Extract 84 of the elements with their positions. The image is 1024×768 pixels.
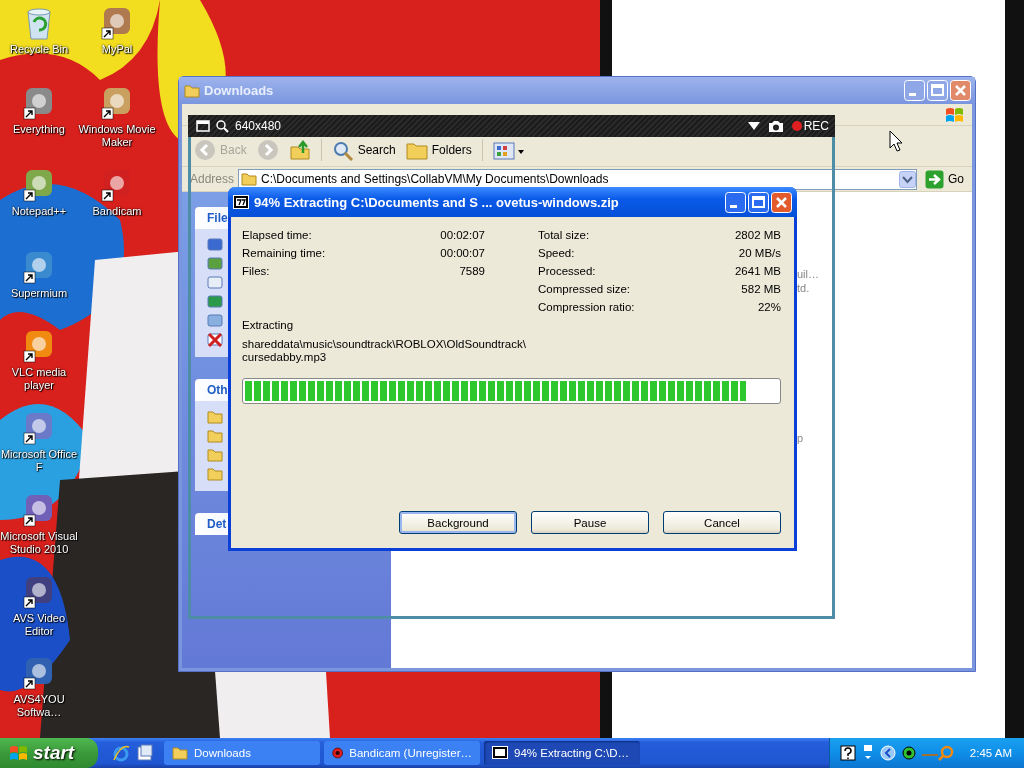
- stat-label: Processed:: [538, 264, 597, 278]
- task-icon[interactable]: [207, 332, 223, 347]
- stat-label: Files:: [242, 264, 271, 278]
- folder-icon: [184, 83, 200, 98]
- dropdown-arrow-icon[interactable]: [747, 122, 760, 130]
- status-label: Extracting: [242, 319, 295, 331]
- clock[interactable]: 2:45 AM: [969, 747, 1012, 759]
- close-button[interactable]: [950, 80, 971, 101]
- shortcut-icon[interactable]: [23, 86, 55, 120]
- app-icon: [233, 195, 249, 209]
- stat-value: 582 MB: [740, 282, 781, 296]
- taskbar-button[interactable]: Bandicam (Unregister…: [324, 741, 480, 765]
- icon-label[interactable]: Supermium: [10, 287, 68, 300]
- shortcut-icon[interactable]: [23, 168, 55, 202]
- icon-label[interactable]: Everything: [13, 123, 65, 136]
- camera-icon[interactable]: [767, 119, 784, 133]
- task-icon[interactable]: [207, 256, 223, 271]
- minimize-button[interactable]: [725, 191, 746, 213]
- stat-value: 7589: [458, 264, 485, 278]
- stat-value: 22%: [756, 300, 781, 314]
- shortcut-icon[interactable]: [23, 250, 55, 284]
- folder-icon: [172, 745, 188, 761]
- app-icon: [492, 745, 508, 761]
- search-icon[interactable]: [216, 119, 229, 133]
- toolbar-button[interactable]: Search: [331, 139, 396, 161]
- stat-value: 2641 MB: [734, 264, 781, 278]
- shortcut-icon[interactable]: [23, 656, 55, 690]
- taskbar-button[interactable]: 94% Extracting C:\D…: [484, 741, 640, 765]
- stat-value: 00:00:07: [440, 246, 485, 260]
- toolbar-button[interactable]: Folders: [405, 139, 472, 161]
- stat-value: 00:02:07: [440, 228, 485, 242]
- stat-label: Speed:: [538, 246, 576, 260]
- shortcut-icon[interactable]: [23, 411, 55, 445]
- windows-logo-icon: [944, 105, 964, 124]
- stat-value: 2802 MB: [734, 228, 781, 242]
- views-icon[interactable]: [492, 141, 525, 161]
- go-button[interactable]: Go: [921, 169, 968, 189]
- shortcut-icon[interactable]: [23, 575, 55, 609]
- file-info-text: uil…: [797, 268, 819, 280]
- stat-label: Remaining time:: [242, 246, 327, 260]
- up-folder-icon[interactable]: [288, 139, 311, 161]
- task-icon[interactable]: [207, 294, 223, 309]
- stat-label: Elapsed time:: [242, 228, 313, 242]
- task-icon[interactable]: [207, 237, 223, 252]
- stat-value: 20 MB/s: [737, 246, 781, 260]
- shortcut-icon[interactable]: [23, 329, 55, 363]
- tray-app-icon[interactable]: [901, 746, 916, 760]
- window-icon[interactable]: [196, 120, 210, 132]
- pause-button[interactable]: Pause: [531, 511, 649, 534]
- shortcut-icon[interactable]: [101, 86, 133, 120]
- record-dot-icon: [791, 121, 802, 131]
- icon-label[interactable]: Windows Movie Maker: [78, 123, 156, 149]
- help-icon[interactable]: [839, 745, 856, 761]
- icon-label[interactable]: VLC media player: [0, 366, 78, 392]
- icon-label[interactable]: AVS Video Editor: [0, 612, 78, 638]
- icon-label[interactable]: Notepad++: [11, 205, 67, 218]
- file-info-text: td.: [797, 282, 810, 294]
- address-field[interactable]: C:\Documents and Settings\CollabVM\My Documents\Downloads: [238, 168, 917, 190]
- address-label: Address: [190, 172, 235, 186]
- record-button[interactable]: REC: [791, 119, 829, 133]
- start-button[interactable]: start: [0, 738, 98, 768]
- maximize-button[interactable]: [748, 191, 769, 213]
- search-icon: [331, 139, 354, 161]
- stat-label: Total size:: [538, 228, 591, 242]
- record-icon: [332, 745, 344, 761]
- stat-label: Compressed size:: [538, 282, 632, 296]
- background-button[interactable]: Background: [399, 511, 517, 534]
- chevron-left-icon[interactable]: [879, 745, 896, 761]
- capture-size-text[interactable]: 640x480: [235, 119, 282, 133]
- task-icon[interactable]: [207, 313, 223, 328]
- icon-label[interactable]: Microsoft Office F: [0, 448, 78, 474]
- browser-icon[interactable]: [112, 744, 130, 762]
- shortcut-icon[interactable]: [23, 493, 55, 527]
- window-title: Downloads: [204, 83, 274, 98]
- taskbar-button[interactable]: Downloads: [164, 741, 320, 765]
- windows-logo-icon: [8, 744, 28, 762]
- mouse-cursor-icon: [889, 130, 903, 152]
- window-title: 94% Extracting C:\Documents and S ... ovetus-windows.zip: [254, 194, 619, 210]
- close-button[interactable]: [771, 191, 792, 213]
- stat-label: Compression ratio:: [538, 300, 636, 314]
- cancel-button[interactable]: Cancel: [663, 511, 781, 534]
- shortcut-icon[interactable]: [101, 168, 133, 202]
- current-file-path: shareddata\music\soundtrack\ROBLOX\OldSoundtrack\cursedabby.mp3: [242, 338, 527, 364]
- file-info-text: p: [797, 432, 804, 444]
